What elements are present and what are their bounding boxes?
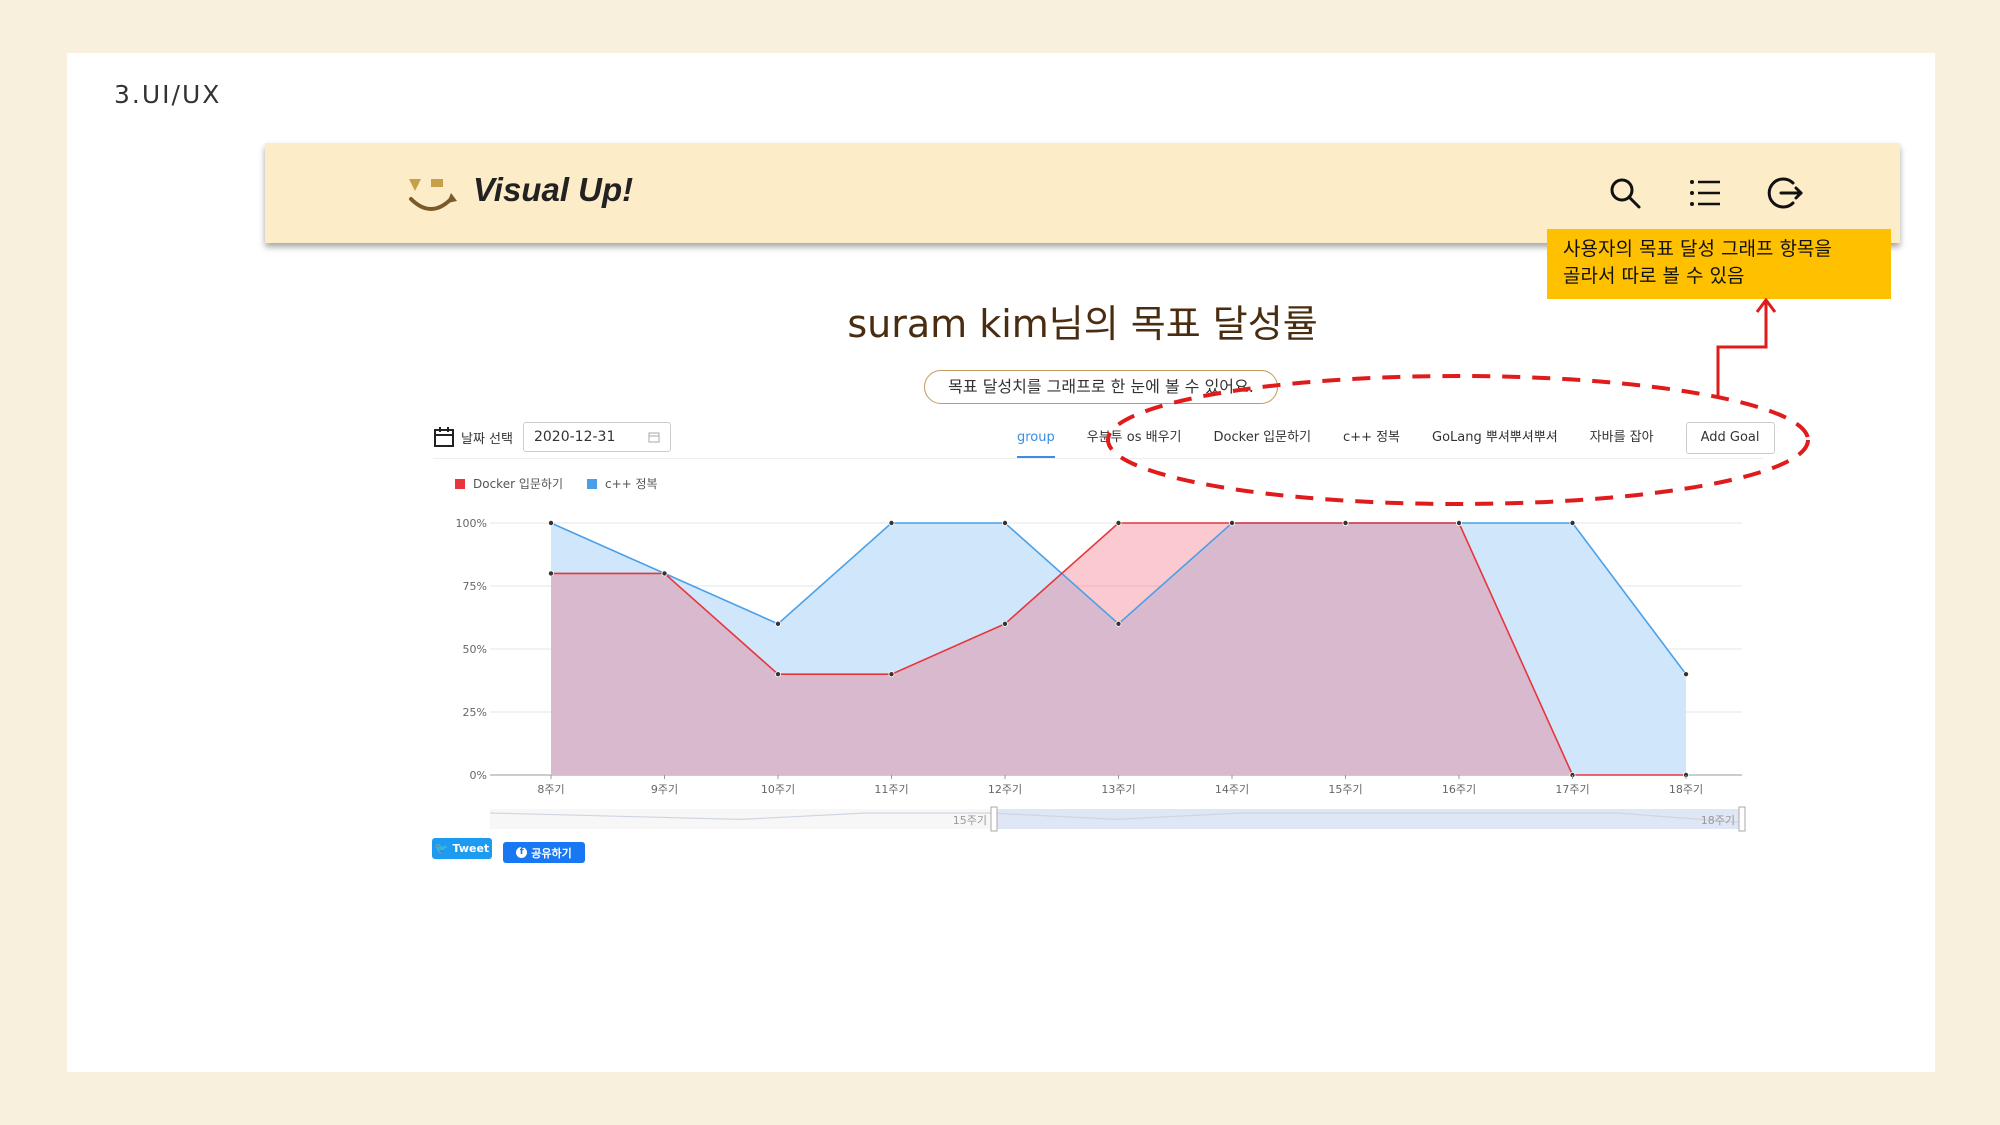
data-point-cpp bbox=[1683, 671, 1690, 678]
data-point-docker bbox=[888, 671, 895, 678]
data-point-docker bbox=[1002, 620, 1009, 627]
data-point-docker bbox=[1229, 519, 1236, 526]
annotation-callout: 사용자의 목표 달성 그래프 항목을 골라서 따로 볼 수 있음 bbox=[1547, 229, 1891, 299]
data-point-cpp bbox=[547, 519, 554, 526]
x-tick-label: 15주기 bbox=[1328, 783, 1362, 796]
data-point-docker bbox=[774, 671, 781, 678]
x-tick-label: 12주기 bbox=[988, 783, 1022, 796]
x-tick-label: 17주기 bbox=[1555, 783, 1589, 796]
callout-line-1: 사용자의 목표 달성 그래프 항목을 bbox=[1563, 238, 1832, 260]
data-point-cpp bbox=[1569, 519, 1576, 526]
tweet-label: Tweet bbox=[452, 842, 490, 855]
x-tick-label: 16주기 bbox=[1442, 783, 1476, 796]
y-tick-label: 25% bbox=[463, 706, 487, 719]
y-tick-label: 0% bbox=[470, 769, 487, 782]
zoom-slider-label-end: 18주기 bbox=[1701, 814, 1735, 827]
twitter-icon: 🐦 bbox=[434, 842, 449, 855]
facebook-share-button[interactable]: f 공유하기 bbox=[503, 842, 585, 863]
x-tick-label: 18주기 bbox=[1669, 783, 1703, 796]
x-tick-label: 13주기 bbox=[1101, 783, 1135, 796]
data-point-docker bbox=[1342, 519, 1349, 526]
data-point-cpp bbox=[1002, 519, 1009, 526]
y-tick-label: 50% bbox=[463, 643, 487, 656]
y-tick-label: 75% bbox=[463, 580, 487, 593]
x-tick-label: 14주기 bbox=[1215, 783, 1249, 796]
y-tick-label: 100% bbox=[456, 517, 487, 530]
facebook-label: 공유하기 bbox=[531, 846, 572, 860]
x-tick-label: 10주기 bbox=[761, 783, 795, 796]
zoom-slider-handle-right bbox=[1738, 806, 1746, 832]
data-point-cpp bbox=[774, 620, 781, 627]
zoom-slider-handle-left bbox=[990, 806, 998, 832]
facebook-icon: f bbox=[516, 847, 528, 858]
x-tick-label: 8주기 bbox=[537, 783, 564, 796]
data-point-docker bbox=[661, 570, 668, 577]
x-tick-label: 11주기 bbox=[874, 783, 908, 796]
data-point-cpp bbox=[1115, 620, 1122, 627]
zoom-slider-label-start: 15주기 bbox=[953, 814, 987, 827]
section-label: 3.UI/UX bbox=[114, 80, 222, 109]
data-point-docker bbox=[1456, 519, 1463, 526]
tweet-button[interactable]: 🐦 Tweet bbox=[432, 838, 492, 859]
callout-line-2: 골라서 따로 볼 수 있음 bbox=[1563, 265, 1745, 287]
x-tick-label: 9주기 bbox=[651, 783, 678, 796]
data-point-docker bbox=[1115, 519, 1122, 526]
data-point-cpp bbox=[888, 519, 895, 526]
data-point-docker bbox=[547, 570, 554, 577]
